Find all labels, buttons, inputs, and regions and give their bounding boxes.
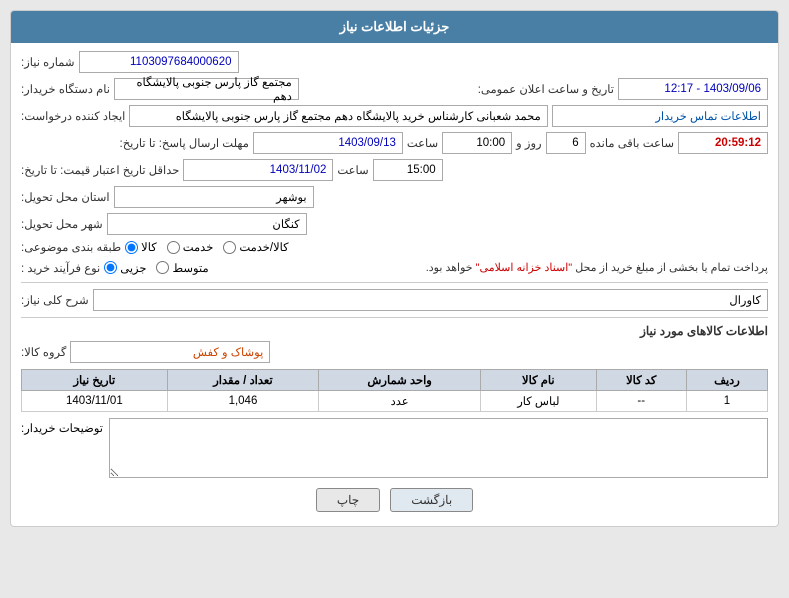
grohe-kala-label: گروه کالا: (21, 345, 66, 359)
shomara-niaz-value: 1103097684000620 (79, 51, 239, 73)
notes-textarea[interactable] (109, 418, 768, 478)
table-row: 1--لباس کارعدد1,0461403/11/01 (22, 391, 768, 412)
grohe-kala-row: پوشاک و کفش گروه کالا: (21, 341, 768, 363)
cell-tedad: 1,046 (167, 391, 318, 412)
shahr-row: کنگان شهر محل تحویل: (21, 213, 768, 235)
ijad-konande-value: محمد شعبانی کارشناس خرید پالایشگاه دهم م… (129, 105, 547, 127)
mohlet-roz-value: 6 (546, 132, 586, 154)
mohlet-baqi-value: 20:59:12 (678, 132, 768, 154)
hadaqal-saat-value: 15:00 (373, 159, 443, 181)
nooe-farayand-label: نوع فرآیند خرید : (21, 261, 100, 275)
ostan-label: استان محل تحویل: (21, 190, 110, 204)
col-radif: ردیف (686, 370, 767, 391)
tabaqe-khadamat-label: خدمت (183, 240, 214, 254)
shahr-label: شهر محل تحویل: (21, 217, 103, 231)
nooe-jozii-radio[interactable] (104, 261, 117, 274)
mohlet-baqi-label: ساعت باقی مانده (590, 136, 674, 150)
col-vahed: واحد شمارش (319, 370, 481, 391)
payment-info-text: پرداخت تمام یا بخشی از مبلغ خرید از محل … (213, 259, 768, 276)
tabaqe-row: کالا/خدمت خدمت کالا طبقه بندی موضوعی: (21, 240, 768, 254)
cell-radif: 1 (686, 391, 767, 412)
hadaqal-saat-label: ساعت (337, 163, 368, 177)
mohlet-label: مهلت ارسال پاسخ: تا تاریخ: (120, 136, 249, 150)
print-button[interactable]: چاپ (316, 488, 380, 512)
ostan-value: بوشهر (114, 186, 314, 208)
tabaqe-khadamat-radio[interactable] (167, 241, 180, 254)
hadaqal-label: حداقل تاریخ اعتبار قیمت: تا تاریخ: (21, 163, 179, 177)
col-tarikh: تاریخ نیاز (22, 370, 168, 391)
shomara-niaz-label: شماره نیاز: (21, 55, 75, 69)
tabaqe-kala-khadamat-label: کالا/خدمت (239, 240, 288, 254)
tabaqe-kala-khadamat-item: کالا/خدمت (223, 240, 288, 254)
tabaqe-kala-khadamat-radio[interactable] (223, 241, 236, 254)
hadaqal-row: 15:00 ساعت 1403/11/02 حداقل تاریخ اعتبار… (21, 159, 768, 181)
shomara-row: 1103097684000620 شماره نیاز: (21, 51, 768, 73)
table-header-row: ردیف کد کالا نام کالا واحد شمارش تعداد /… (22, 370, 768, 391)
kala-table-container: ردیف کد کالا نام کالا واحد شمارش تعداد /… (21, 369, 768, 412)
tarikh-label: تاریخ و ساعت اعلان عمومی: (478, 82, 614, 96)
mohlet-saat-value: 10:00 (442, 132, 512, 154)
cell-vahed: عدد (319, 391, 481, 412)
page-header: جزئیات اطلاعات نیاز (11, 11, 778, 43)
etelaat-tamas-link[interactable]: اطلاعات تماس خریدار (552, 105, 768, 127)
nam-dastgah-tarikh-row: 1403/09/06 - 12:17 تاریخ و ساعت اعلان عم… (21, 78, 768, 100)
tabaqe-label: طبقه بندی موضوعی: (21, 240, 121, 254)
tarikh-value: 1403/09/06 - 12:17 (618, 78, 768, 100)
etelaat-kala-title: اطلاعات کالاهای مورد نیاز (21, 324, 768, 338)
hadaqal-date-value: 1403/11/02 (183, 159, 333, 181)
ostan-row: بوشهر استان محل تحویل: (21, 186, 768, 208)
ijad-konande-label: ایجاد کننده درخواست: (21, 109, 125, 123)
divider-2 (21, 317, 768, 318)
cell-nam_kala: لباس کار (481, 391, 596, 412)
sharh-koli-label: شرح کلی نیاز: (21, 293, 89, 307)
buttons-row: چاپ بازگشت (21, 488, 768, 512)
cell-kod_kala: -- (596, 391, 686, 412)
divider-1 (21, 282, 768, 283)
nooe-farayand-row: پرداخت تمام یا بخشی از مبلغ خرید از محل … (21, 259, 768, 276)
nooe-jozii-label: جزیی (120, 261, 146, 275)
tabaqe-kala-radio[interactable] (125, 241, 138, 254)
nooe-motovaset-label: متوسط (172, 261, 208, 275)
sharh-koli-row: کاورال شرح کلی نیاز: (21, 289, 768, 311)
kala-table: ردیف کد کالا نام کالا واحد شمارش تعداد /… (21, 369, 768, 412)
header-title: جزئیات اطلاعات نیاز (340, 19, 450, 34)
nam-dastgah-value: مجتمع گاز پارس جنوبی پالایشگاه دهم (114, 78, 299, 100)
col-kod-kala: کد کالا (596, 370, 686, 391)
nooe-motovaset-item: متوسط (156, 261, 208, 275)
payment-text: پرداخت تمام یا بخشی از مبلغ خرید از محل (575, 262, 768, 274)
grohe-kala-value: پوشاک و کفش (70, 341, 270, 363)
mohlet-row: 20:59:12 ساعت باقی مانده 6 روز و 10:00 س… (21, 132, 768, 154)
mohlet-date-value: 1403/09/13 (253, 132, 403, 154)
cell-tarikh: 1403/11/01 (22, 391, 168, 412)
tabaqe-khadamat-item: خدمت (167, 240, 214, 254)
tozih-label: توضیحات خریدار: (21, 421, 103, 435)
content-area: 1103097684000620 شماره نیاز: 1403/09/06 … (11, 43, 778, 526)
nooe-jozii-item: جزیی (104, 261, 146, 275)
nam-dastgah-label: نام دستگاه خریدار: (21, 82, 110, 96)
tabaqe-kala-label: کالا (141, 240, 157, 254)
col-nam-kala: نام کالا (481, 370, 596, 391)
asnad-label: "اسناد خزانه اسلامی" (476, 262, 573, 274)
tabaqe-kala-item: کالا (125, 240, 157, 254)
nooe-motovaset-radio[interactable] (156, 261, 169, 274)
khahad-bood: خواهد بود. (426, 262, 473, 274)
col-tedad: تعداد / مقدار (167, 370, 318, 391)
sharh-koli-value: کاورال (93, 289, 768, 311)
main-container: جزئیات اطلاعات نیاز 1103097684000620 شما… (10, 10, 779, 527)
back-button[interactable]: بازگشت (390, 488, 473, 512)
mohlet-saat-label: ساعت (407, 136, 438, 150)
nooe-farayand-group: متوسط جزیی (104, 261, 208, 275)
mohlet-roz-label: روز و (516, 136, 541, 150)
tabaqe-radio-group: کالا/خدمت خدمت کالا (125, 240, 289, 254)
shahr-value: کنگان (107, 213, 307, 235)
notes-area: توضیحات خریدار: (21, 418, 768, 478)
ijad-row: اطلاعات تماس خریدار محمد شعبانی کارشناس … (21, 105, 768, 127)
